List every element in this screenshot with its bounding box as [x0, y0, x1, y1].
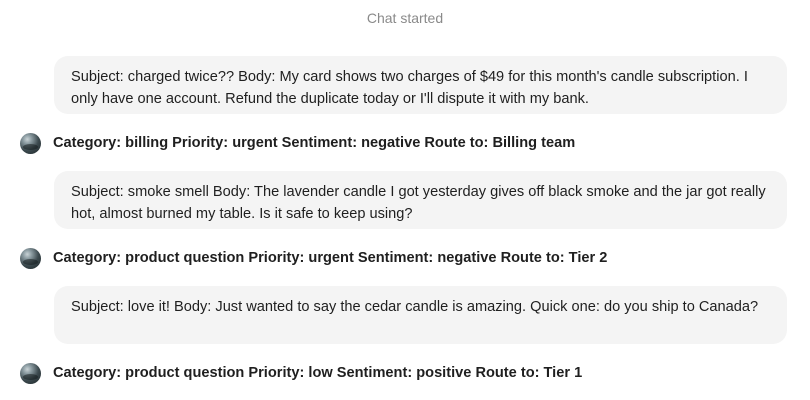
chat-transcript: Chat started Subject: charged twice?? Bo…: [0, 0, 810, 400]
assistant-message: Category: product question Priority: urg…: [20, 246, 607, 270]
user-message-text: Subject: charged twice?? Body: My card s…: [71, 69, 748, 107]
bot-avatar-icon: [20, 247, 41, 269]
assistant-message: Category: billing Priority: urgent Senti…: [20, 131, 575, 155]
bot-avatar-icon: [20, 362, 41, 384]
user-message-text: Subject: smoke smell Body: The lavender …: [71, 184, 766, 222]
assistant-message-text: Category: product question Priority: low…: [53, 365, 583, 381]
user-message: Subject: charged twice?? Body: My card s…: [54, 56, 787, 114]
assistant-message: Category: product question Priority: low…: [20, 361, 582, 385]
user-message: Subject: smoke smell Body: The lavender …: [54, 171, 787, 229]
user-message: Subject: love it! Body: Just wanted to s…: [54, 286, 787, 344]
assistant-message-text: Category: product question Priority: urg…: [53, 250, 608, 266]
bot-avatar-icon: [20, 132, 41, 154]
assistant-message-text: Category: billing Priority: urgent Senti…: [53, 135, 576, 151]
chat-started-label: Chat started: [366, 10, 444, 26]
user-message-text: Subject: love it! Body: Just wanted to s…: [71, 299, 759, 315]
